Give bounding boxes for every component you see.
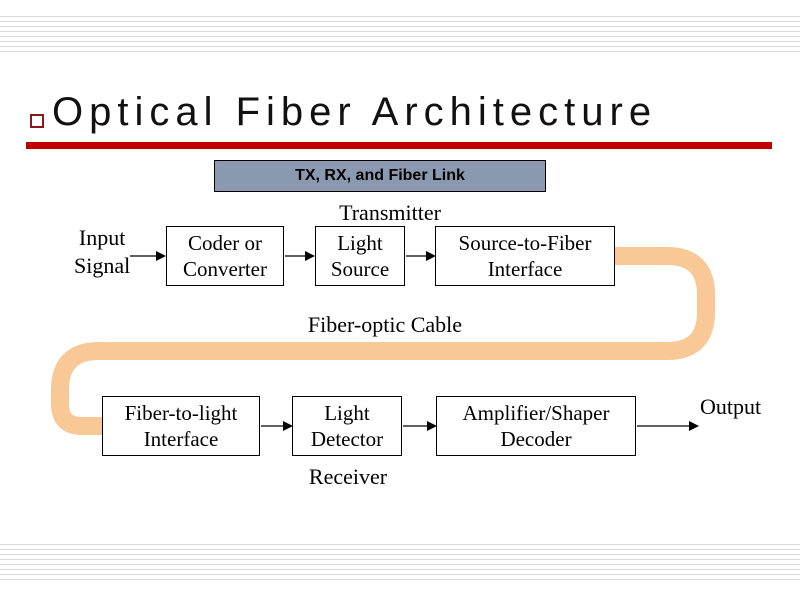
block-light-source: Light Source [315, 226, 405, 286]
arrow-ftl-to-detector [261, 420, 293, 432]
transmitter-label: Transmitter [320, 199, 460, 227]
block-coder: Coder or Converter [166, 226, 284, 286]
slide-title: Optical Fiber Architecture [52, 90, 657, 135]
subtitle-text: TX, RX, and Fiber Link [295, 167, 465, 185]
fiber-label: Fiber-optic Cable [275, 311, 495, 339]
arrow-input-to-coder [130, 250, 166, 262]
arrow-amp-to-output [637, 420, 699, 432]
line-pattern-top [0, 16, 800, 56]
subtitle-box: TX, RX, and Fiber Link [214, 160, 546, 192]
block-source-to-fiber: Source-to-Fiber Interface [435, 226, 615, 286]
arrow-coder-to-source [285, 250, 315, 262]
block-fiber-to-light: Fiber-to-light Interface [102, 396, 260, 456]
output-label: Output [700, 393, 761, 421]
title-bullet-icon [30, 114, 44, 128]
arrow-source-to-stf [406, 250, 436, 262]
arrow-detector-to-amp [403, 420, 437, 432]
title-underline [26, 142, 772, 149]
block-amp-shaper-decoder: Amplifier/Shaper Decoder [436, 396, 636, 456]
line-pattern-bottom [0, 544, 800, 584]
block-light-detector: Light Detector [292, 396, 402, 456]
receiver-label: Receiver [278, 463, 418, 491]
input-signal-label: Input Signal [74, 224, 130, 279]
